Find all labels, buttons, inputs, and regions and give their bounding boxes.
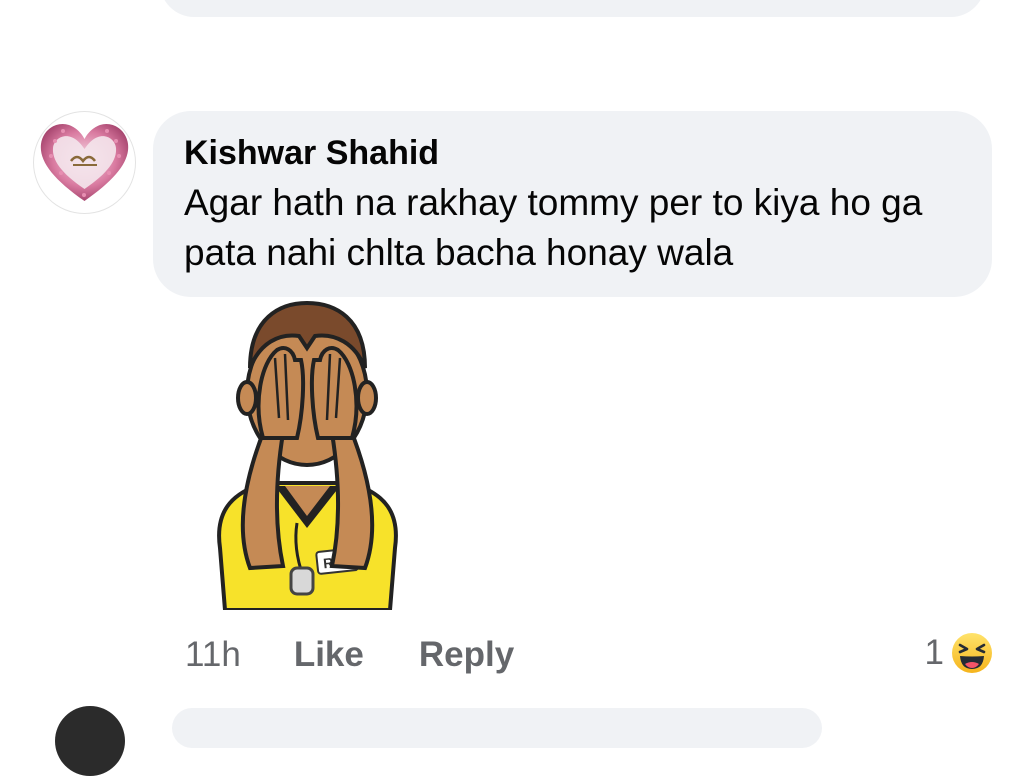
comment-bubble: Kishwar Shahid Agar hath na rakhay tommy… [153, 111, 992, 297]
comment-text: Agar hath na rakhay tommy per to kiya ho… [184, 182, 923, 273]
heart-avatar-icon [40, 123, 129, 201]
reply-button[interactable]: Reply [419, 635, 514, 675]
comment-author-name[interactable]: Kishwar Shahid [184, 133, 960, 173]
reaction-summary[interactable]: 1 [925, 630, 994, 676]
previous-comment-bubble [160, 0, 985, 17]
reaction-count: 1 [924, 633, 944, 672]
referee-sticker: REF [205, 298, 410, 612]
commenter-avatar[interactable] [33, 111, 136, 214]
like-button[interactable]: Like [294, 635, 364, 675]
haha-emoji-icon [952, 633, 992, 673]
next-comment-avatar[interactable] [55, 706, 125, 776]
comment-timestamp[interactable]: 11h [185, 635, 241, 675]
next-comment-bubble [172, 708, 822, 748]
comment-actions: 11h Like Reply [185, 632, 514, 678]
